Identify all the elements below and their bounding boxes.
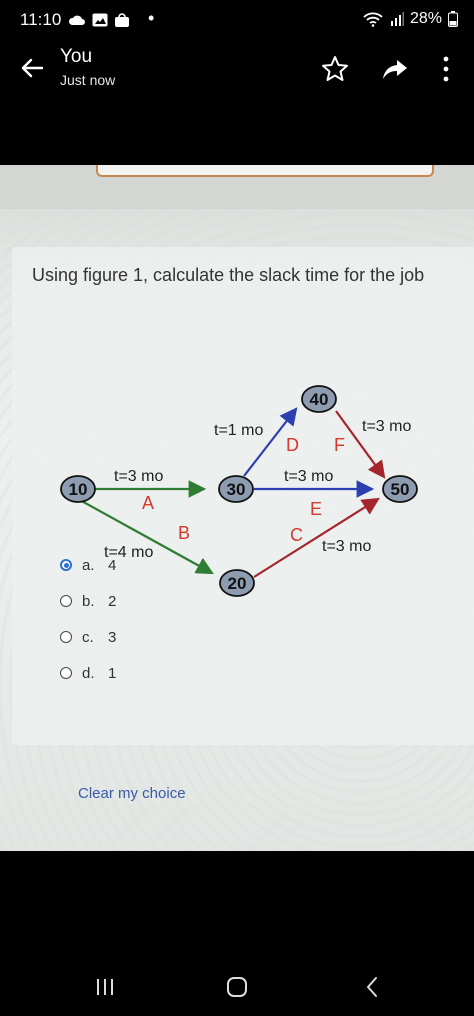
signal-icon xyxy=(390,12,404,26)
duration-d: t=1 mo xyxy=(214,422,263,439)
svg-text:50: 50 xyxy=(391,480,410,499)
letter-f: F xyxy=(334,435,345,455)
radio-selected-icon[interactable] xyxy=(60,559,72,571)
svg-text:10: 10 xyxy=(69,480,88,499)
cloud-icon xyxy=(68,15,85,25)
svg-text:20: 20 xyxy=(228,574,247,593)
wifi-icon xyxy=(363,12,383,27)
status-time: 11:10 xyxy=(20,10,62,29)
option-d[interactable]: d. 1 xyxy=(60,661,116,685)
recent-apps-icon[interactable] xyxy=(92,974,118,1000)
status-right: 28% xyxy=(362,10,458,28)
option-letter: b. xyxy=(82,592,95,610)
node-40: 40 xyxy=(301,385,337,413)
message-header: You Just now xyxy=(0,38,474,104)
duration-e: t=3 mo xyxy=(284,468,333,485)
image-icon xyxy=(92,13,108,27)
svg-text:30: 30 xyxy=(227,480,246,499)
letter-c: C xyxy=(290,525,303,545)
nav-back-icon[interactable] xyxy=(360,974,386,1000)
option-letter: c. xyxy=(82,628,94,646)
letter-b: B xyxy=(178,523,190,543)
letter-a: A xyxy=(142,493,154,513)
back-arrow-icon[interactable] xyxy=(16,52,48,84)
node-20: 20 xyxy=(219,569,255,597)
question-text: Using figure 1, calculate the slack time… xyxy=(32,265,425,285)
radio-icon[interactable] xyxy=(60,667,72,679)
letter-d: D xyxy=(286,435,299,455)
attached-photo[interactable]: Using figure 1, calculate the slack time… xyxy=(0,165,474,851)
radio-icon[interactable] xyxy=(60,595,72,607)
option-value: 2 xyxy=(108,592,117,610)
status-bar: 11:10 • 28% xyxy=(0,0,474,38)
sender-name: You xyxy=(60,46,93,67)
clear-choice-link[interactable]: Clear my choice xyxy=(78,785,186,802)
option-value: 4 xyxy=(108,556,117,574)
option-c[interactable]: c. 3 xyxy=(60,625,116,649)
option-value: 3 xyxy=(108,628,117,646)
battery-icon xyxy=(448,11,458,27)
message-timestamp: Just now xyxy=(60,72,116,88)
svg-text:40: 40 xyxy=(310,390,329,409)
star-icon[interactable] xyxy=(320,54,350,84)
system-nav-bar xyxy=(0,960,474,1016)
option-letter: a. xyxy=(82,556,95,574)
duration-c: t=3 mo xyxy=(322,538,371,555)
node-50: 50 xyxy=(382,475,418,503)
share-icon[interactable] xyxy=(380,54,410,84)
option-letter: d. xyxy=(82,664,95,682)
home-icon[interactable] xyxy=(224,974,250,1000)
duration-a: t=3 mo xyxy=(114,468,163,485)
node-10: 10 xyxy=(60,475,96,503)
battery-percent: 28% xyxy=(409,10,442,27)
question-card: Using figure 1, calculate the slack time… xyxy=(12,247,474,745)
radio-icon[interactable] xyxy=(60,631,72,643)
status-dot: • xyxy=(148,8,155,28)
photo-orange-box xyxy=(96,165,434,177)
option-b[interactable]: b. 2 xyxy=(60,589,116,613)
option-value: 1 xyxy=(108,664,117,682)
option-a[interactable]: a. 4 xyxy=(60,553,116,577)
notification-icons xyxy=(68,12,130,28)
bag-icon xyxy=(115,13,129,27)
duration-f: t=3 mo xyxy=(362,418,411,435)
more-vert-icon[interactable] xyxy=(436,54,456,84)
letter-e: E xyxy=(310,499,322,519)
node-30: 30 xyxy=(218,475,254,503)
